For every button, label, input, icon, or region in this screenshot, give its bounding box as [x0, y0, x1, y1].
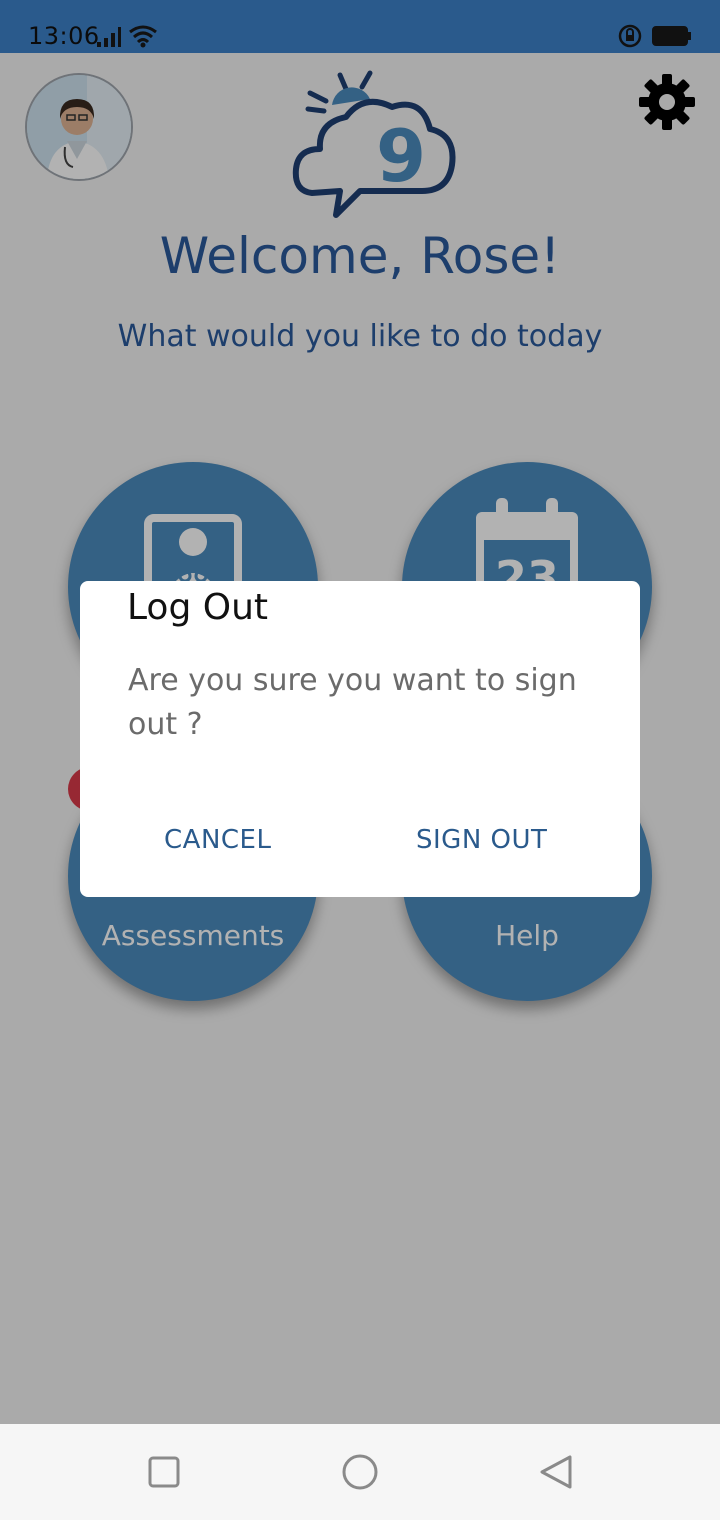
- status-bar: 13:06: [0, 0, 720, 53]
- rotation-lock-icon: [618, 24, 642, 48]
- system-nav-bar: [0, 1424, 720, 1520]
- battery-icon: [652, 26, 691, 46]
- logout-dialog: Log Out Are you sure you want to sign ou…: [80, 581, 640, 897]
- signal-icon: [97, 27, 121, 47]
- recent-apps-icon[interactable]: [146, 1454, 182, 1490]
- status-time: 13:06: [28, 22, 100, 50]
- dialog-message: Are you sure you want to sign out ?: [128, 663, 577, 742]
- sign-out-button[interactable]: SIGN OUT: [416, 825, 547, 855]
- home-icon[interactable]: [340, 1454, 380, 1494]
- cancel-button[interactable]: CANCEL: [164, 825, 271, 855]
- wifi-icon: [129, 25, 157, 48]
- dialog-title: Log Out: [127, 587, 269, 628]
- back-icon[interactable]: [536, 1454, 576, 1494]
